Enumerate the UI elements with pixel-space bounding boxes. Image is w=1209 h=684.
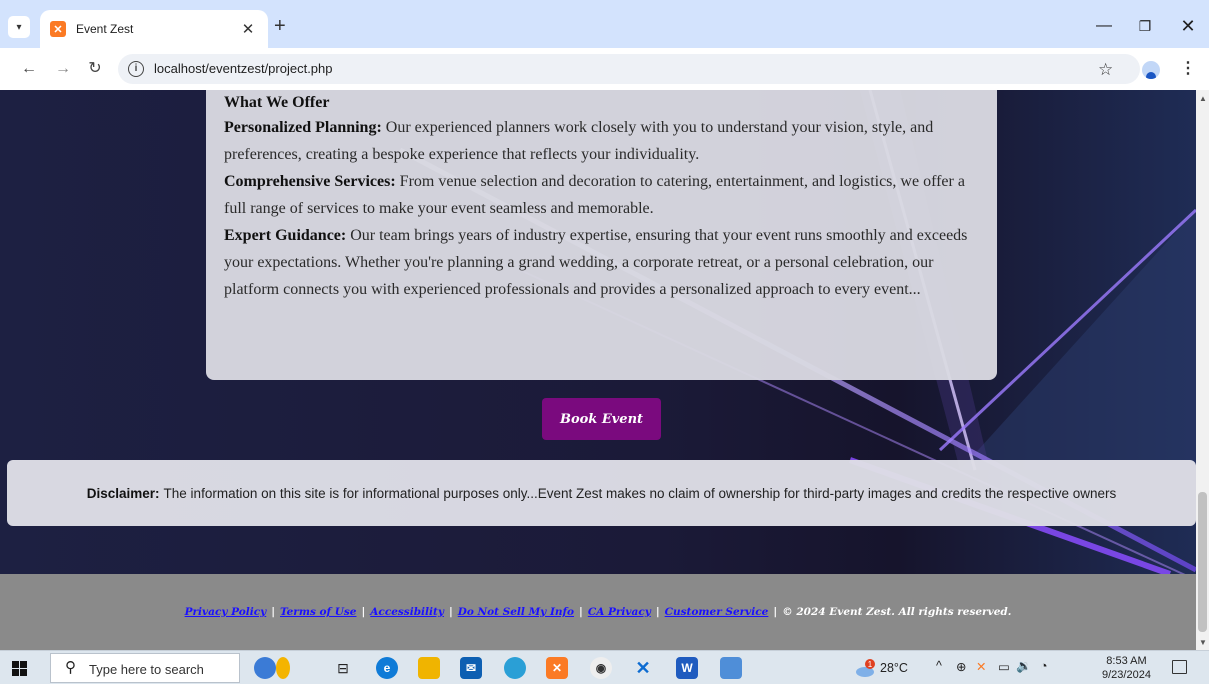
weather-badge-count: 1 — [868, 660, 873, 669]
browser-tab-bar: ▾ ✕ Event Zest ✕ + — ❐ ✕ — [0, 0, 1209, 48]
window-close-icon[interactable]: ✕ — [1168, 13, 1208, 39]
xampp-icon[interactable]: ✕ — [546, 657, 568, 679]
news-widget-icon[interactable] — [276, 657, 290, 679]
page-footer: Privacy Policy | Terms of Use | Accessib… — [0, 574, 1196, 650]
footer-link-privacy-policy[interactable]: Privacy Policy — [185, 606, 267, 618]
offer-item-label: Personalized Planning: — [224, 119, 382, 136]
taskbar-search-placeholder: Type here to search — [89, 662, 204, 677]
windows-taskbar: ⚲ Type here to search ⊟ e ✉ ✕ ◉ ✕ W 1 28… — [0, 650, 1209, 684]
app-window-icon[interactable] — [720, 657, 742, 679]
tab-search-chevron-icon[interactable]: ▾ — [8, 16, 30, 38]
footer-separator: | — [655, 606, 660, 618]
page-scrollbar[interactable]: ▲ ▼ — [1196, 90, 1209, 650]
edge-browser-icon[interactable]: e — [376, 657, 398, 679]
offer-item-label: Comprehensive Services: — [224, 173, 396, 190]
notifications-icon[interactable] — [1172, 660, 1187, 674]
footer-separator: | — [271, 606, 276, 618]
search-icon: ⚲ — [65, 659, 76, 676]
windows-start-icon[interactable] — [12, 661, 27, 676]
offer-item-label: Expert Guidance: — [224, 227, 347, 244]
mail-icon[interactable]: ✉ — [460, 657, 482, 679]
widgets-globe-icon[interactable] — [254, 657, 276, 679]
footer-link-do-not-sell[interactable]: Do Not Sell My Info — [458, 606, 574, 618]
tab-title: Event Zest — [76, 22, 134, 36]
window-minimize-icon[interactable]: — — [1084, 13, 1124, 39]
tray-chevron-icon[interactable]: ^ — [936, 659, 942, 673]
browser-toolbar: ← → ↻ i localhost/eventzest/project.php … — [0, 48, 1209, 90]
file-explorer-icon[interactable] — [418, 657, 440, 679]
word-icon[interactable]: W — [676, 657, 698, 679]
book-event-button[interactable]: Book Event — [542, 398, 661, 440]
card-heading: What We Offer — [224, 94, 330, 111]
vscode-icon[interactable]: ✕ — [632, 657, 654, 679]
footer-separator: | — [579, 606, 583, 618]
taskbar-clock[interactable]: 8:53 AM 9/23/2024 — [1102, 654, 1151, 682]
reload-icon[interactable]: ↻ — [84, 58, 106, 80]
xampp-favicon-icon: ✕ — [50, 21, 66, 37]
address-bar[interactable]: i localhost/eventzest/project.php — [118, 54, 1140, 84]
browser-menu-icon[interactable]: ⋮ — [1180, 58, 1196, 78]
battery-icon[interactable]: ▭ — [998, 659, 1010, 674]
scrollbar-thumb[interactable] — [1198, 492, 1207, 632]
volume-icon[interactable]: 🔉 — [1016, 659, 1032, 674]
footer-separator: | — [361, 606, 366, 618]
page-viewport: What We Offer Personalized Planning: Our… — [0, 90, 1196, 650]
offer-description: Personalized Planning: Our experienced p… — [224, 114, 979, 303]
what-we-offer-card: What We Offer Personalized Planning: Our… — [206, 90, 997, 380]
forward-arrow-icon[interactable]: → — [52, 58, 74, 80]
clock-time: 8:53 AM — [1106, 655, 1147, 667]
new-tab-plus-icon[interactable]: + — [274, 16, 286, 36]
disclaimer-banner: Disclaimer: The information on this site… — [7, 460, 1196, 526]
tray-app-icon[interactable]: ⊕ — [956, 659, 966, 674]
footer-copyright: © 2024 Event Zest. All rights reserved. — [782, 606, 1012, 618]
window-restore-icon[interactable]: ❐ — [1125, 13, 1165, 39]
disclaimer-label: Disclaimer: — [86, 485, 160, 501]
footer-link-accessibility[interactable]: Accessibility — [370, 606, 444, 618]
profile-avatar-icon[interactable] — [1142, 61, 1160, 79]
site-info-icon[interactable]: i — [128, 61, 144, 77]
chrome-icon[interactable] — [504, 657, 526, 679]
disclaimer-text: The information on this site is for info… — [163, 485, 1117, 501]
bookmark-star-icon[interactable]: ☆ — [1098, 60, 1113, 80]
temperature-text: 28°C — [880, 661, 908, 675]
tab-close-icon[interactable]: ✕ — [238, 20, 258, 38]
footer-separator: | — [773, 606, 778, 618]
back-arrow-icon[interactable]: ← — [18, 58, 40, 80]
wifi-icon[interactable]: ◔ — [1040, 659, 1048, 673]
scroll-down-arrow-icon[interactable]: ▼ — [1199, 638, 1207, 647]
taskbar-search-box[interactable]: ⚲ Type here to search — [50, 653, 240, 683]
footer-link-terms-of-use[interactable]: Terms of Use — [280, 606, 356, 618]
footer-separator: | — [448, 606, 453, 618]
url-text[interactable]: localhost/eventzest/project.php — [154, 61, 333, 76]
weather-cloud-icon[interactable]: 1 — [856, 658, 876, 678]
scroll-up-arrow-icon[interactable]: ▲ — [1199, 94, 1207, 103]
footer-link-customer-service[interactable]: Customer Service — [665, 606, 769, 618]
tray-xampp-icon[interactable]: ✕ — [976, 659, 986, 674]
footer-link-ca-privacy[interactable]: CA Privacy — [588, 606, 651, 618]
task-view-icon[interactable]: ⊟ — [332, 657, 354, 679]
app-icon[interactable]: ◉ — [590, 657, 612, 679]
clock-date: 9/23/2024 — [1102, 669, 1151, 681]
active-tab[interactable]: ✕ Event Zest ✕ — [40, 10, 268, 48]
